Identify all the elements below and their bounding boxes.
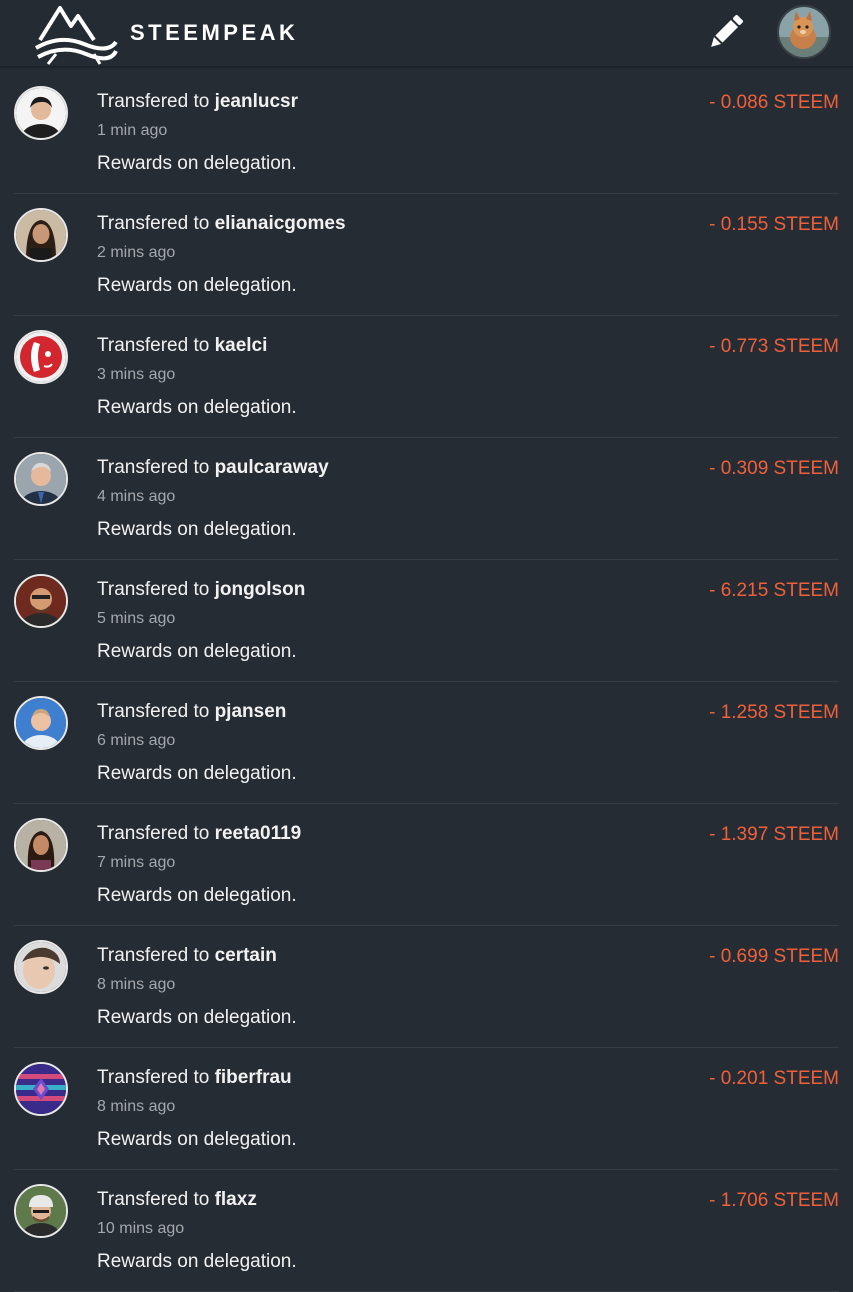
transfer-memo: Rewards on delegation. [97,885,297,906]
transfer-timestamp: 6 mins ago [97,732,176,749]
steempeak-logo-icon[interactable] [34,4,118,66]
recipient-avatar[interactable] [14,940,68,994]
transfer-timestamp: 3 mins ago [97,366,176,383]
transfer-timestamp: 8 mins ago [97,1098,176,1115]
transfer-row: Transfered to jongolson 5 mins ago Rewar… [14,560,839,682]
transfer-amount: - 1.706 STEEM [709,1190,839,1211]
recipient-avatar[interactable] [14,330,68,384]
transfer-row: Transfered to elianaicgomes 2 mins ago R… [14,194,839,316]
transfer-prefix: Transfered to [97,701,215,722]
brand-name[interactable]: STEEMPEAK [130,20,298,46]
transfer-prefix: Transfered to [97,823,215,844]
recipient-username[interactable]: reeta0119 [215,823,302,844]
transfer-timestamp: 1 min ago [97,122,168,139]
recipient-username[interactable]: paulcaraway [215,457,329,478]
transfer-prefix: Transfered to [97,945,215,966]
recipient-username[interactable]: fiberfrau [215,1067,292,1088]
recipient-username[interactable]: pjansen [215,701,287,722]
transfer-timestamp: 4 mins ago [97,488,176,505]
transfer-memo: Rewards on delegation. [97,763,297,784]
transfer-memo: Rewards on delegation. [97,1129,297,1150]
transfer-prefix: Transfered to [97,457,215,478]
transfer-row: Transfered to fiberfrau 8 mins ago Rewar… [14,1048,839,1170]
transfer-prefix: Transfered to [97,335,215,356]
transfer-title: Transfered to flaxz [97,1189,257,1211]
transfer-row: Transfered to pjansen 6 mins ago Rewards… [14,682,839,804]
transfer-amount: - 0.201 STEEM [709,1068,839,1089]
recipient-avatar[interactable] [14,818,68,872]
recipient-avatar[interactable] [14,1184,68,1238]
transfer-row: Transfered to flaxz 10 mins ago Rewards … [14,1170,839,1292]
transfer-row: Transfered to reeta0119 7 mins ago Rewar… [14,804,839,926]
transfer-memo: Rewards on delegation. [97,397,297,418]
transfer-memo: Rewards on delegation. [97,519,297,540]
transfer-amount: - 0.773 STEEM [709,336,839,357]
recipient-username[interactable]: certain [215,945,277,966]
transfer-row: Transfered to certain 8 mins ago Rewards… [14,926,839,1048]
transfer-row: Transfered to jeanlucsr 1 min ago Reward… [14,72,839,194]
transfer-timestamp: 8 mins ago [97,976,176,993]
transfer-prefix: Transfered to [97,91,215,112]
transfer-title: Transfered to certain [97,945,277,967]
recipient-avatar[interactable] [14,1062,68,1116]
transfer-row: Transfered to paulcaraway 4 mins ago Rew… [14,438,839,560]
transfer-memo: Rewards on delegation. [97,153,297,174]
transfer-timestamp: 7 mins ago [97,854,176,871]
transfer-prefix: Transfered to [97,579,215,600]
transfer-timestamp: 5 mins ago [97,610,176,627]
transfer-memo: Rewards on delegation. [97,1007,297,1028]
transfer-row: Transfered to kaelci 3 mins ago Rewards … [14,316,839,438]
transfer-prefix: Transfered to [97,1067,215,1088]
recipient-username[interactable]: flaxz [215,1189,257,1210]
transfer-amount: - 0.699 STEEM [709,946,839,967]
transfer-amount: - 1.397 STEEM [709,824,839,845]
transfer-title: Transfered to jongolson [97,579,305,601]
recipient-avatar[interactable] [14,86,68,140]
recipient-avatar[interactable] [14,696,68,750]
transfer-amount: - 0.155 STEEM [709,214,839,235]
recipient-username[interactable]: kaelci [215,335,268,356]
recipient-username[interactable]: jongolson [215,579,306,600]
user-avatar[interactable] [777,5,831,59]
recipient-avatar[interactable] [14,208,68,262]
transfer-amount: - 0.086 STEEM [709,92,839,113]
recipient-username[interactable]: elianaicgomes [215,213,346,234]
recipient-avatar[interactable] [14,452,68,506]
transfer-prefix: Transfered to [97,213,215,234]
transfer-amount: - 1.258 STEEM [709,702,839,723]
transfer-title: Transfered to pjansen [97,701,286,723]
pencil-icon[interactable] [704,10,748,54]
transfer-title: Transfered to paulcaraway [97,457,329,479]
transfer-history-list: Transfered to jeanlucsr 1 min ago Reward… [0,72,853,1292]
recipient-username[interactable]: jeanlucsr [215,91,298,112]
transfer-title: Transfered to elianaicgomes [97,213,346,235]
transfer-memo: Rewards on delegation. [97,275,297,296]
transfer-amount: - 6.215 STEEM [709,580,839,601]
transfer-prefix: Transfered to [97,1189,215,1210]
transfer-amount: - 0.309 STEEM [709,458,839,479]
top-bar: STEEMPEAK [0,0,853,67]
transfer-memo: Rewards on delegation. [97,1251,297,1272]
transfer-title: Transfered to kaelci [97,335,267,357]
recipient-avatar[interactable] [14,574,68,628]
transfer-title: Transfered to jeanlucsr [97,91,298,113]
transfer-timestamp: 10 mins ago [97,1220,185,1237]
transfer-memo: Rewards on delegation. [97,641,297,662]
transfer-title: Transfered to reeta0119 [97,823,301,845]
transfer-timestamp: 2 mins ago [97,244,176,261]
transfer-title: Transfered to fiberfrau [97,1067,292,1089]
